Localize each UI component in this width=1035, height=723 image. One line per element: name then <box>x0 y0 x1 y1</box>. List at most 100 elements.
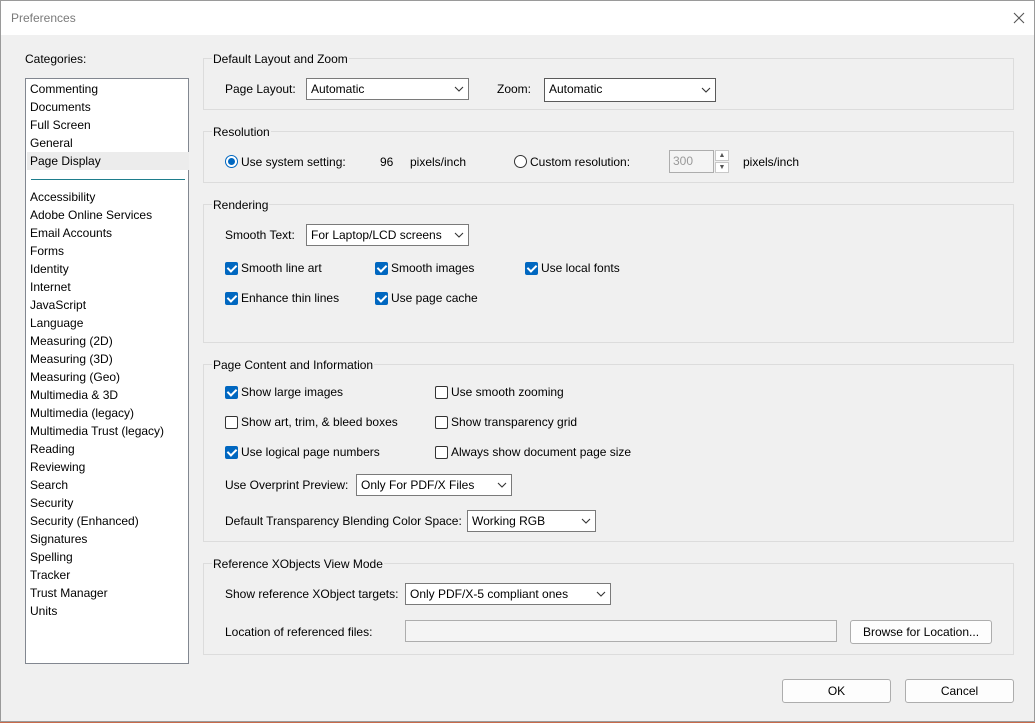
page-layout-select[interactable]: Automatic <box>306 78 469 100</box>
category-item[interactable]: Measuring (2D) <box>30 332 113 350</box>
category-item[interactable]: Language <box>30 314 83 332</box>
custom-resolution-spinner[interactable]: ▲ ▼ <box>715 150 729 173</box>
category-item[interactable]: Tracker <box>30 566 70 584</box>
category-item[interactable]: Accessibility <box>30 188 95 206</box>
category-item[interactable]: Email Accounts <box>30 224 112 242</box>
category-item[interactable]: Reviewing <box>30 458 85 476</box>
page-layout-value: Automatic <box>311 82 365 96</box>
category-item[interactable]: Documents <box>30 98 91 116</box>
category-item[interactable]: Spelling <box>30 548 73 566</box>
blending-space-value: Working RGB <box>472 514 546 528</box>
referenced-files-location-input[interactable] <box>405 620 837 642</box>
category-item[interactable]: Reading <box>30 440 75 458</box>
blending-space-label: Default Transparency Blending Color Spac… <box>225 514 462 528</box>
always-show-page-size-checkbox[interactable] <box>435 446 448 459</box>
page-layout-label: Page Layout: <box>225 82 296 96</box>
smooth-text-select[interactable]: For Laptop/LCD screens <box>306 224 469 246</box>
rendering-group: Rendering Smooth Text: For Laptop/LCD sc… <box>203 198 1014 343</box>
close-icon[interactable] <box>1010 9 1028 27</box>
category-item[interactable]: Measuring (Geo) <box>30 368 120 386</box>
category-item[interactable]: Identity <box>30 260 69 278</box>
enhance-thin-lines-checkbox[interactable] <box>225 292 238 305</box>
category-item[interactable]: Adobe Online Services <box>30 206 152 224</box>
xobject-targets-select[interactable]: Only PDF/X-5 compliant ones <box>405 583 611 605</box>
category-item[interactable]: Full Screen <box>30 116 91 134</box>
show-transparency-grid-label: Show transparency grid <box>451 415 578 429</box>
category-item[interactable]: Multimedia Trust (legacy) <box>30 422 164 440</box>
enhance-thin-lines-label: Enhance thin lines <box>241 291 340 305</box>
category-item[interactable]: General <box>30 134 73 152</box>
window-title: Preferences <box>11 11 76 25</box>
categories-label: Categories: <box>25 52 87 66</box>
category-separator <box>31 179 185 180</box>
category-item[interactable]: Units <box>30 602 57 620</box>
overprint-preview-value: Only For PDF/X Files <box>361 478 475 492</box>
use-local-fonts-label: Use local fonts <box>541 261 620 275</box>
smooth-text-value: For Laptop/LCD screens <box>311 228 442 242</box>
show-transparency-grid-checkbox[interactable] <box>435 416 448 429</box>
category-item[interactable]: Security <box>30 494 73 512</box>
xobject-targets-label: Show reference XObject targets: <box>225 587 399 601</box>
xobjects-title: Reference XObjects View Mode <box>212 557 384 571</box>
use-local-fonts-checkbox[interactable] <box>525 262 538 275</box>
category-item[interactable]: Commenting <box>30 80 98 98</box>
use-smooth-zooming-label: Use smooth zooming <box>451 385 564 399</box>
xobject-targets-value: Only PDF/X-5 compliant ones <box>410 587 569 601</box>
chevron-down-icon <box>454 232 464 238</box>
overprint-preview-select[interactable]: Only For PDF/X Files <box>356 474 512 496</box>
zoom-label: Zoom: <box>497 82 532 96</box>
page-content-title: Page Content and Information <box>212 358 375 372</box>
use-smooth-zooming-checkbox[interactable] <box>435 386 448 399</box>
smooth-text-label: Smooth Text: <box>225 228 295 242</box>
layout-zoom-title: Default Layout and Zoom <box>212 52 349 66</box>
smooth-images-label: Smooth images <box>391 261 475 275</box>
category-item[interactable]: Forms <box>30 242 64 260</box>
category-item[interactable]: Internet <box>30 278 71 296</box>
custom-resolution-input[interactable]: 300 <box>669 150 714 173</box>
spin-down-icon[interactable]: ▼ <box>715 162 729 173</box>
chevron-down-icon <box>454 86 464 92</box>
use-page-cache-label: Use page cache <box>391 291 478 305</box>
cancel-button[interactable]: Cancel <box>905 679 1014 703</box>
show-art-trim-bleed-checkbox[interactable] <box>225 416 238 429</box>
category-item[interactable]: Signatures <box>30 530 87 548</box>
use-page-cache-checkbox[interactable] <box>375 292 388 305</box>
spin-up-icon[interactable]: ▲ <box>715 150 729 161</box>
page-content-group: Page Content and Information Show large … <box>203 358 1014 542</box>
custom-resolution-radio[interactable] <box>514 155 527 168</box>
use-system-setting-radio[interactable] <box>225 155 238 168</box>
ok-button[interactable]: OK <box>782 679 891 703</box>
category-item[interactable]: JavaScript <box>30 296 86 314</box>
category-item[interactable]: Measuring (3D) <box>30 350 113 368</box>
browse-for-location-button[interactable]: Browse for Location... <box>850 620 992 644</box>
always-show-page-size-label: Always show document page size <box>451 445 632 459</box>
category-item[interactable]: Search <box>30 476 68 494</box>
overprint-preview-label: Use Overprint Preview: <box>225 478 349 492</box>
resolution-title: Resolution <box>212 125 271 139</box>
smooth-images-checkbox[interactable] <box>375 262 388 275</box>
layout-zoom-group: Default Layout and Zoom Page Layout: Aut… <box>203 52 1014 110</box>
zoom-value: Automatic <box>549 82 603 96</box>
category-item[interactable]: Page Display <box>27 152 189 170</box>
use-logical-page-numbers-checkbox[interactable] <box>225 446 238 459</box>
system-resolution-unit: pixels/inch <box>410 155 467 169</box>
chevron-down-icon <box>581 518 591 524</box>
smooth-line-art-label: Smooth line art <box>241 261 322 275</box>
use-logical-page-numbers-label: Use logical page numbers <box>241 445 380 459</box>
show-large-images-checkbox[interactable] <box>225 386 238 399</box>
category-item[interactable]: Multimedia (legacy) <box>30 404 134 422</box>
rendering-title: Rendering <box>212 198 270 212</box>
categories-list[interactable]: Commenting Documents Full Screen General Pag… <box>25 78 189 664</box>
custom-resolution-value: 300 <box>673 154 694 168</box>
use-system-setting-label: Use system setting: <box>241 155 346 169</box>
zoom-select[interactable]: Automatic <box>544 78 716 102</box>
show-large-images-label: Show large images <box>241 385 344 399</box>
custom-resolution-label: Custom resolution: <box>530 155 631 169</box>
category-item[interactable]: Multimedia & 3D <box>30 386 118 404</box>
blending-space-select[interactable]: Working RGB <box>467 510 596 532</box>
category-item[interactable]: Trust Manager <box>30 584 108 602</box>
resolution-group: Resolution Use system setting: 96 pixels… <box>203 125 1014 183</box>
category-item[interactable]: Security (Enhanced) <box>30 512 139 530</box>
smooth-line-art-checkbox[interactable] <box>225 262 238 275</box>
chevron-down-icon <box>596 591 606 597</box>
